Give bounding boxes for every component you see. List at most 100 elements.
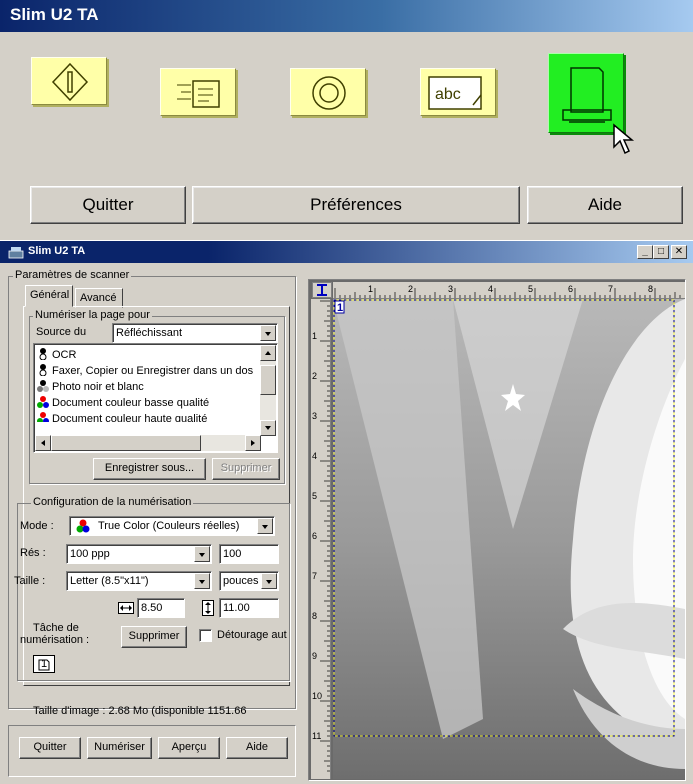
minimize-button[interactable]: _ (637, 245, 653, 259)
ruler-tick-label: 9 (312, 651, 317, 661)
scanner-window: Slim U2 TA _ □ ✕ Paramètres de scanner G… (0, 240, 693, 784)
tab-general[interactable]: Général (25, 285, 73, 307)
ruler-tick-label: 5 (312, 491, 317, 501)
ruler-tick-label: 5 (528, 284, 533, 294)
width-field[interactable]: 8.50 (137, 598, 185, 618)
image-size-status: Taille d'image : 2.68 Mo (disponible 115… (33, 705, 247, 717)
list-horizontal-scrollbar[interactable] (35, 435, 261, 451)
ruler-unit-icon[interactable] (312, 282, 332, 298)
chevron-down-icon[interactable] (194, 573, 210, 589)
document-tool-button[interactable] (548, 53, 624, 133)
ocr-tool-button[interactable]: abc (420, 68, 496, 116)
scan-config-legend: Configuration de la numérisation (31, 496, 194, 508)
fax-tool-button[interactable] (160, 68, 236, 116)
mode-select[interactable]: True Color (Couleurs réelles) (69, 516, 275, 536)
launcher-help-button[interactable]: Aide (527, 186, 683, 224)
mode-value: True Color (Couleurs réelles) (98, 520, 240, 532)
copy-tool-button[interactable] (290, 68, 366, 116)
auto-crop-checkbox[interactable] (199, 629, 212, 642)
scanner-settings-legend: Paramètres de scanner (13, 269, 132, 281)
ruler-tick-label: 3 (448, 284, 453, 294)
task-frame-tile[interactable]: 1 (33, 655, 55, 673)
ruler-tick-label: 8 (648, 284, 653, 294)
save-as-button[interactable]: Enregistrer sous... (93, 458, 206, 480)
scroll-right-icon[interactable] (245, 435, 261, 451)
ruler-tick-label: 8 (312, 611, 317, 621)
scan-profile-list[interactable]: OCR Faxer, Copier ou Enregistrer dans un… (33, 343, 278, 453)
svg-text:abc: abc (435, 86, 461, 103)
color-dots-icon (37, 412, 49, 422)
height-field[interactable]: 11.00 (219, 598, 279, 618)
scan-button[interactable]: Numériser (87, 737, 152, 759)
task-label-line2: numérisation : (20, 634, 90, 646)
launcher-panel: Slim U2 TA abc Quitter Préférences Aide (0, 0, 693, 236)
scroll-down-icon[interactable] (260, 420, 276, 436)
bw-dots-icon (37, 364, 49, 377)
list-item[interactable]: Photo noir et blanc (37, 380, 144, 396)
chevron-down-icon[interactable] (257, 518, 273, 534)
launcher-quit-button[interactable]: Quitter (30, 186, 186, 224)
scan-purpose-legend: Numériser la page pour (33, 309, 152, 321)
grayscale-dots-icon (37, 380, 49, 392)
scroll-left-icon[interactable] (35, 435, 51, 451)
tab-advanced[interactable]: Avancé (75, 288, 123, 308)
frame-marker: 1 (337, 302, 343, 314)
window-titlebar: Slim U2 TA (0, 241, 693, 263)
list-item[interactable]: OCR (37, 348, 76, 364)
height-arrows-icon (202, 600, 214, 616)
width-arrows-icon (118, 602, 134, 614)
launcher-preferences-button[interactable]: Préférences (192, 186, 520, 224)
unit-select[interactable]: pouces (219, 571, 279, 591)
task-label-line1: Tâche de (33, 622, 79, 634)
abc-ocr-icon: abc (428, 76, 482, 110)
scroll-up-icon[interactable] (260, 345, 276, 361)
size-select[interactable]: Letter (8.5"x11") (66, 571, 212, 591)
document-printer-icon (562, 67, 612, 123)
resolution-select[interactable]: 100 ppp (66, 544, 212, 564)
close-button[interactable]: ✕ (671, 245, 687, 259)
source-label: Source du (36, 326, 87, 338)
ruler-tick-label: 7 (608, 284, 613, 294)
source-select[interactable]: Réfléchissant (112, 323, 278, 343)
list-item[interactable]: Document couleur haute qualité (37, 412, 207, 422)
maximize-button[interactable]: □ (653, 245, 669, 259)
color-dots-icon (76, 519, 90, 533)
ruler-tick-label: 11 (312, 731, 321, 741)
scroll-thumb[interactable] (260, 365, 276, 395)
ruler-tick-label: 6 (312, 531, 317, 541)
fax-icon (177, 80, 220, 108)
list-vertical-scrollbar[interactable] (260, 345, 276, 436)
mode-label: Mode : (20, 520, 54, 532)
ruler-tick-label: 4 (312, 451, 317, 461)
ruler-tick-label: 4 (488, 284, 493, 294)
window-title: Slim U2 TA (28, 245, 86, 257)
ruler-tick-label: 2 (312, 371, 317, 381)
chevron-down-icon[interactable] (261, 573, 277, 589)
hscroll-thumb[interactable] (51, 435, 201, 451)
preview-image[interactable]: 1 (333, 299, 685, 779)
list-item[interactable]: Faxer, Copier ou Enregistrer dans un dos (37, 364, 253, 380)
ruler-tick-label: 10 (312, 691, 322, 701)
delete-profile-button[interactable]: Supprimer (212, 458, 280, 480)
task-frame-number: 1 (41, 658, 48, 670)
help-button[interactable]: Aide (226, 737, 288, 759)
bw-dots-icon (37, 348, 49, 361)
scanner-app-icon (8, 247, 24, 259)
preview-button[interactable]: Aperçu (158, 737, 220, 759)
ruler-tick-label: 1 (312, 331, 317, 341)
size-label: Taille : (14, 575, 46, 587)
resolution-label: Rés : (20, 547, 46, 559)
chevron-down-icon[interactable] (260, 325, 276, 341)
scan-tool-button[interactable] (31, 57, 107, 105)
quit-button[interactable]: Quitter (19, 737, 81, 759)
resolution-value: 100 ppp (70, 548, 110, 560)
ruler-tick-label: 2 (408, 284, 413, 294)
task-delete-button[interactable]: Supprimer (121, 626, 187, 648)
auto-crop-label: Détourage aut (217, 629, 287, 641)
diamond-start-icon (51, 62, 89, 102)
resolution-custom-field[interactable]: 100 (219, 544, 279, 564)
source-value: Réfléchissant (116, 327, 183, 339)
ruler-tick-label: 7 (312, 571, 317, 581)
chevron-down-icon[interactable] (194, 546, 210, 562)
list-item[interactable]: Document couleur basse qualité (37, 396, 209, 412)
